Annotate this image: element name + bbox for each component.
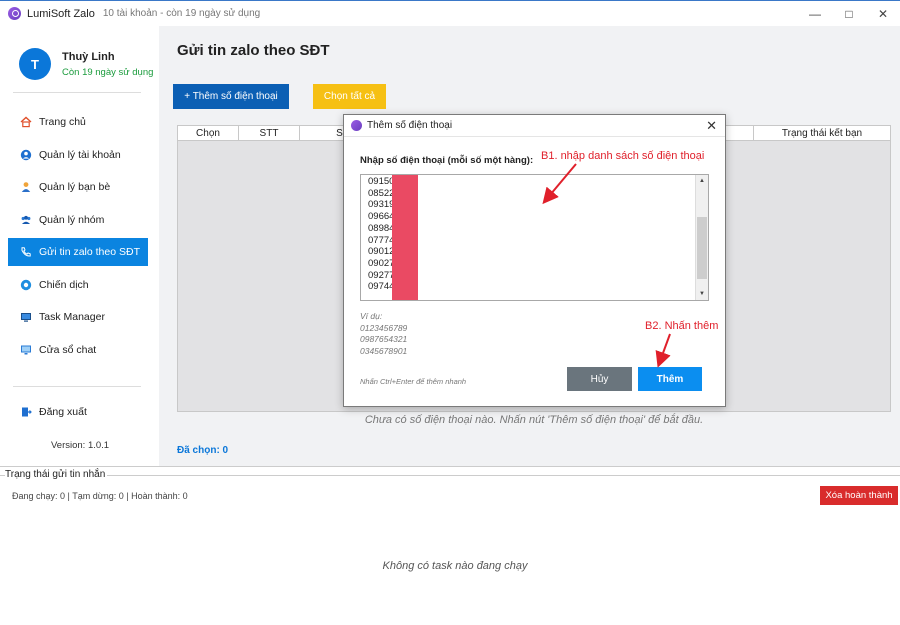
arrow-step2 [655, 333, 671, 368]
annotation-arrows [542, 163, 671, 368]
arrow-step1 [542, 163, 577, 205]
